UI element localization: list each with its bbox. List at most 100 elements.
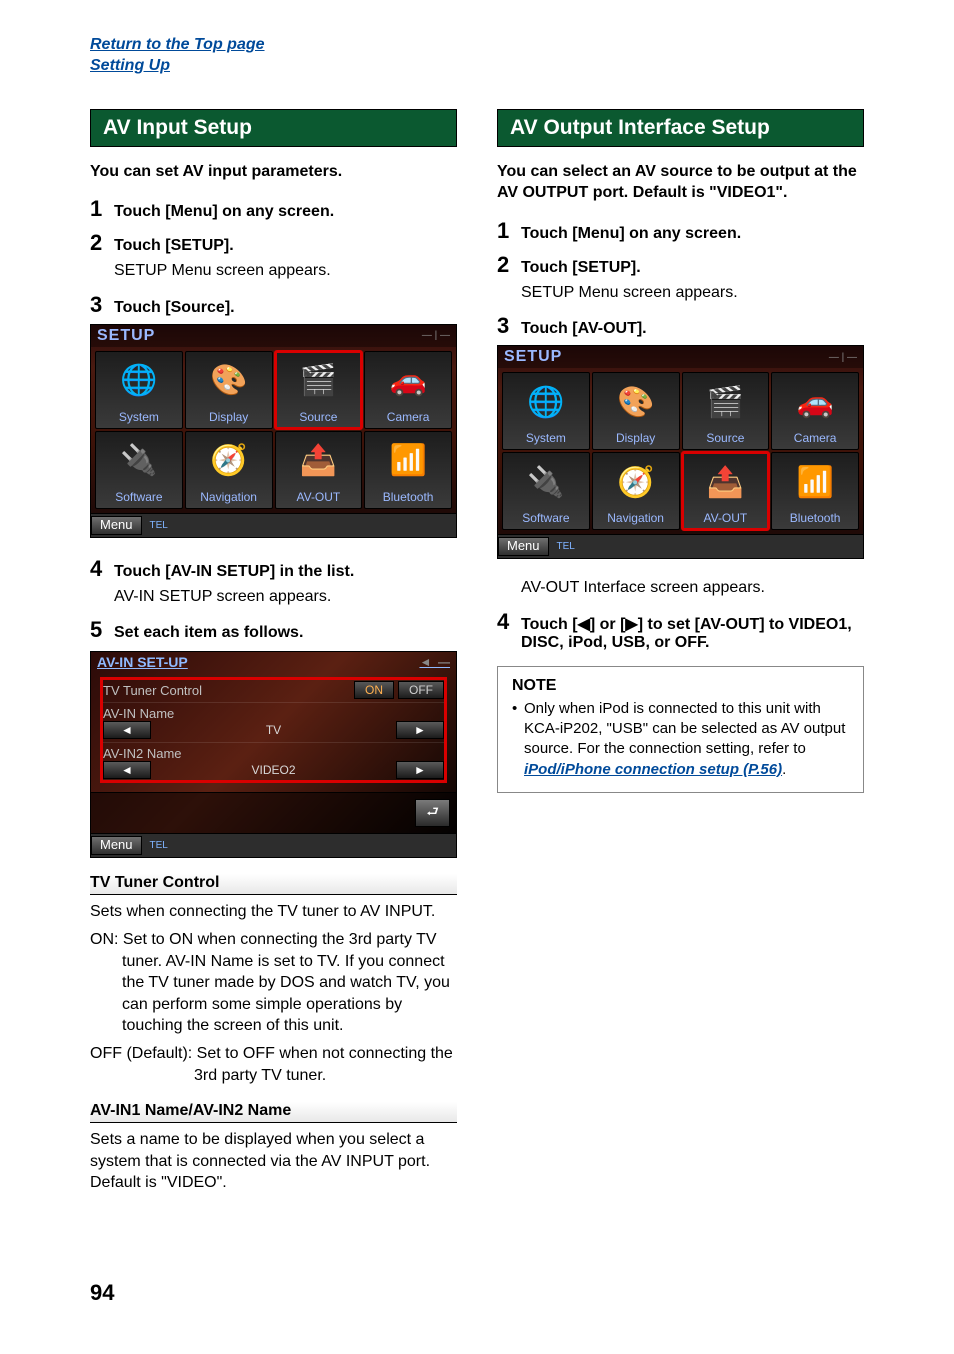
avin-setup-panel: AV-IN SET-UP ◄ — TV Tuner Control ON OFF… — [90, 651, 457, 858]
minimize-icon: — | — — [422, 330, 450, 341]
off-button[interactable]: OFF — [398, 681, 444, 699]
param-desc-avin-name: Sets a name to be displayed when you sel… — [90, 1129, 457, 1194]
setup-cell-camera[interactable]: 🚗Camera — [364, 351, 452, 429]
setup-cell-label: AV-OUT — [296, 490, 340, 504]
step-2-left: 2 Touch [SETUP]. — [90, 230, 457, 256]
step-1-left: 1 Touch [Menu] on any screen. — [90, 196, 457, 222]
note-link[interactable]: iPod/iPhone connection setup (P.56) — [524, 761, 782, 778]
bluetooth-icon: 📶 — [389, 432, 426, 490]
right-column: AV Output Interface Setup You can select… — [497, 99, 864, 1200]
breadcrumb: Return to the Top page Setting Up — [90, 35, 864, 77]
software-icon: 🔌 — [527, 453, 564, 511]
param-head-tv-tuner: TV Tuner Control — [90, 874, 457, 895]
avin-title: AV-IN SET-UP — [97, 654, 188, 670]
option-off: OFF (Default): Set to OFF when not conne… — [90, 1043, 457, 1086]
minimize-icon: — | — — [829, 352, 857, 363]
back-arrow-icon: ◄ — — [419, 655, 450, 669]
setup-cell-label: Navigation — [607, 511, 664, 525]
step-4-left: 4 Touch [AV-IN SETUP] in the list. — [90, 556, 457, 582]
setup-cell-label: System — [526, 431, 566, 445]
setup-cell-display[interactable]: 🎨Display — [592, 372, 680, 450]
source-icon: 🎬 — [300, 352, 337, 410]
right-arrow-button[interactable]: ► — [396, 721, 444, 739]
return-link[interactable]: Return to the Top page — [90, 35, 864, 56]
setup-cell-label: Navigation — [200, 490, 257, 504]
left-arrow-button[interactable]: ◄ — [103, 721, 151, 739]
tel-badge: TEL — [557, 541, 575, 552]
option-on: ON: Set to ON when connecting the 3rd pa… — [90, 929, 457, 1037]
on-button[interactable]: ON — [354, 681, 394, 699]
setup-cell-av-out[interactable]: 📤AV-OUT — [682, 452, 770, 530]
step-4-right: 4 Touch [◀] or [▶] to set [AV-OUT] to VI… — [497, 609, 864, 652]
navigation-icon: 🧭 — [210, 432, 247, 490]
step-1-right: 1 Touch [Menu] on any screen. — [497, 218, 864, 244]
setup-title: SETUP — [97, 327, 155, 345]
setup-cell-display[interactable]: 🎨Display — [185, 351, 273, 429]
sub-after-panel: AV-OUT Interface screen appears. — [521, 577, 864, 599]
setup-cell-label: Software — [115, 490, 162, 504]
tv-tuner-label: TV Tuner Control — [103, 683, 202, 698]
setup-cell-label: Source — [299, 410, 337, 424]
return-button[interactable]: ⮐ — [415, 799, 450, 827]
menu-button[interactable]: Menu — [498, 537, 549, 556]
setup-cell-label: Camera — [794, 431, 837, 445]
param-desc-tv-tuner: Sets when connecting the TV tuner to AV … — [90, 901, 457, 923]
note-box: NOTE • Only when iPod is connected to th… — [497, 666, 864, 793]
setup-cell-label: AV-OUT — [703, 511, 747, 525]
bluetooth-icon: 📶 — [796, 453, 833, 511]
setup-panel-right: SETUP — | — 🌐System🎨Display🎬Source🚗Camer… — [497, 345, 864, 559]
camera-icon: 🚗 — [796, 373, 833, 431]
setup-cell-label: Bluetooth — [790, 511, 841, 525]
step-2-right: 2 Touch [SETUP]. — [497, 252, 864, 278]
step-3-right: 3 Touch [AV-OUT]. — [497, 313, 864, 339]
setup-cell-source[interactable]: 🎬Source — [682, 372, 770, 450]
menu-button[interactable]: Menu — [91, 836, 142, 855]
avin2-name-value: VIDEO2 — [157, 763, 390, 777]
navigation-icon: 🧭 — [617, 453, 654, 511]
setup-cell-source[interactable]: 🎬Source — [275, 351, 363, 429]
setup-cell-bluetooth[interactable]: 📶Bluetooth — [364, 431, 452, 509]
av-out-icon: 📤 — [707, 453, 744, 511]
intro-left: You can set AV input parameters. — [90, 161, 457, 183]
system-icon: 🌐 — [527, 373, 564, 431]
software-icon: 🔌 — [120, 432, 157, 490]
source-icon: 🎬 — [707, 373, 744, 431]
avin2-name-label: AV-IN2 Name — [103, 746, 444, 761]
note-text: Only when iPod is connected to this unit… — [524, 699, 849, 780]
left-column: AV Input Setup You can set AV input para… — [90, 99, 457, 1200]
camera-icon: 🚗 — [389, 352, 426, 410]
setup-cell-label: System — [119, 410, 159, 424]
setup-title: SETUP — [504, 348, 562, 366]
avin-name-label: AV-IN Name — [103, 706, 444, 721]
note-title: NOTE — [512, 677, 849, 695]
right-arrow-button[interactable]: ► — [396, 761, 444, 779]
section-header-av-output: AV Output Interface Setup — [497, 109, 864, 147]
setup-cell-av-out[interactable]: 📤AV-OUT — [275, 431, 363, 509]
section-header-av-input: AV Input Setup — [90, 109, 457, 147]
setup-cell-navigation[interactable]: 🧭Navigation — [592, 452, 680, 530]
display-icon: 🎨 — [210, 352, 247, 410]
setup-cell-label: Software — [522, 511, 569, 525]
setup-cell-system[interactable]: 🌐System — [502, 372, 590, 450]
setup-cell-label: Display — [616, 431, 655, 445]
setup-cell-software[interactable]: 🔌Software — [502, 452, 590, 530]
tel-badge: TEL — [150, 840, 168, 851]
left-arrow-button[interactable]: ◄ — [103, 761, 151, 779]
setup-cell-bluetooth[interactable]: 📶Bluetooth — [771, 452, 859, 530]
intro-right: You can select an AV source to be output… — [497, 161, 864, 204]
setup-cell-label: Display — [209, 410, 248, 424]
step-5-left: 5 Set each item as follows. — [90, 617, 457, 643]
system-icon: 🌐 — [120, 352, 157, 410]
display-icon: 🎨 — [617, 373, 654, 431]
step-3-left: 3 Touch [Source]. — [90, 292, 457, 318]
setup-cell-label: Source — [706, 431, 744, 445]
menu-button[interactable]: Menu — [91, 516, 142, 535]
setup-panel-left: SETUP — | — 🌐System🎨Display🎬Source🚗Camer… — [90, 324, 457, 538]
setup-cell-navigation[interactable]: 🧭Navigation — [185, 431, 273, 509]
setup-cell-software[interactable]: 🔌Software — [95, 431, 183, 509]
setup-cell-system[interactable]: 🌐System — [95, 351, 183, 429]
av-out-icon: 📤 — [300, 432, 337, 490]
setting-up-link[interactable]: Setting Up — [90, 56, 864, 77]
bullet-icon: • — [512, 699, 524, 780]
setup-cell-camera[interactable]: 🚗Camera — [771, 372, 859, 450]
